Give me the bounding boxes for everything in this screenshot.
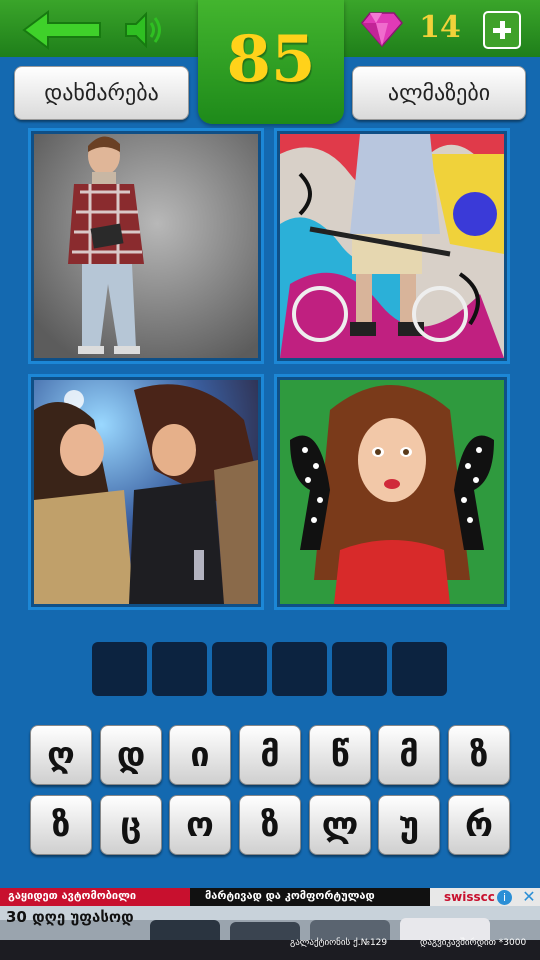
letter-key[interactable]: ღ [30, 725, 92, 785]
party-girls-image [34, 380, 258, 604]
clue-photo-2 [274, 128, 510, 364]
level-number: 85 [226, 22, 316, 97]
letter-key[interactable]: მ [239, 725, 301, 785]
ad-headline: გაყიდეთ ავტომობილი [8, 889, 137, 902]
letter-key[interactable]: ზ [239, 795, 301, 855]
woman-shoes-image [280, 380, 504, 604]
graffiti-skater-image [280, 134, 504, 358]
letter-key[interactable]: რ [448, 795, 510, 855]
ad-close-icon[interactable]: ✕ [519, 888, 539, 906]
letter-key[interactable]: ც [100, 795, 162, 855]
letter-key[interactable]: ზ [448, 725, 510, 785]
letter-key[interactable]: მ [378, 725, 440, 785]
ad-info-icon[interactable]: i [497, 890, 512, 905]
ad-subheadline: მარტივად და კომფორტულად [205, 889, 375, 902]
gem-count: 14 [419, 10, 461, 45]
letter-key[interactable]: ო [169, 795, 231, 855]
letter-key[interactable]: ლ [309, 795, 371, 855]
back-arrow-icon[interactable] [22, 10, 102, 50]
letter-key[interactable]: უ [378, 795, 440, 855]
ad-phone: დაგვიკავშირდით *3000 [420, 938, 527, 948]
letter-key[interactable]: ზ [30, 795, 92, 855]
ad-offer: 30 დღე უფასოდ [6, 908, 134, 926]
hint-button[interactable]: დახმარება [14, 66, 189, 120]
answer-slot[interactable] [152, 642, 207, 696]
add-gems-button[interactable] [483, 11, 521, 49]
answer-slot[interactable] [92, 642, 147, 696]
answer-slot[interactable] [212, 642, 267, 696]
answer-slot[interactable] [392, 642, 447, 696]
letter-key[interactable]: ი [169, 725, 231, 785]
man-plaid-shirt-image [34, 134, 258, 358]
ad-banner[interactable]: გაყიდეთ ავტომობილი მარტივად და კომფორტულ… [0, 888, 540, 960]
level-badge: 85 [198, 0, 344, 124]
letter-key[interactable]: დ [100, 725, 162, 785]
letter-key[interactable]: წ [309, 725, 371, 785]
ad-address: გალაქტიონის ქ.№129 [290, 938, 388, 948]
clue-photo-4 [274, 374, 510, 610]
gems-button[interactable]: ალმაზები [352, 66, 526, 120]
answer-slot[interactable] [332, 642, 387, 696]
diamond-icon [361, 12, 403, 48]
clue-photo-1 [28, 128, 264, 364]
speaker-icon[interactable] [124, 10, 168, 50]
clue-photo-3 [28, 374, 264, 610]
answer-slot[interactable] [272, 642, 327, 696]
ad-brand-logo: swisscc [444, 890, 495, 904]
